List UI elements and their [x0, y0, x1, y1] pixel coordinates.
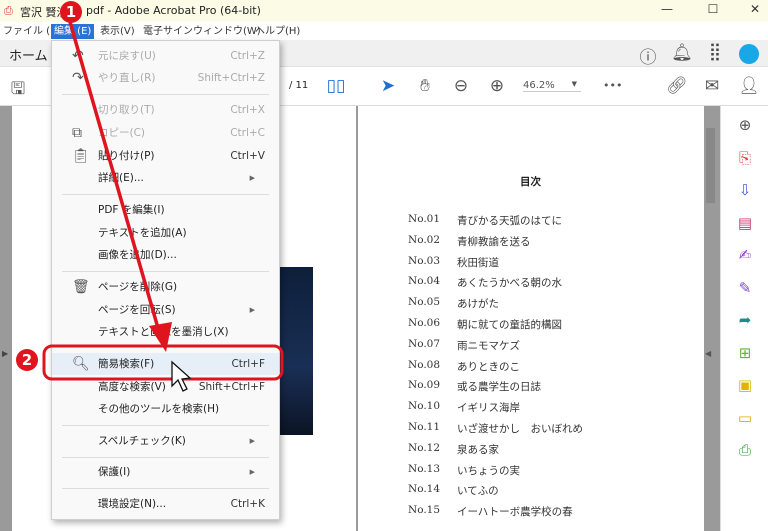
annotation-arrow-line	[68, 21, 162, 336]
step-badge-2: 2	[16, 349, 38, 371]
mouse-cursor-icon	[171, 360, 192, 392]
annotation-overlay	[42, 21, 284, 392]
highlight-box	[42, 344, 284, 381]
step-badge-1: 1	[60, 1, 82, 23]
